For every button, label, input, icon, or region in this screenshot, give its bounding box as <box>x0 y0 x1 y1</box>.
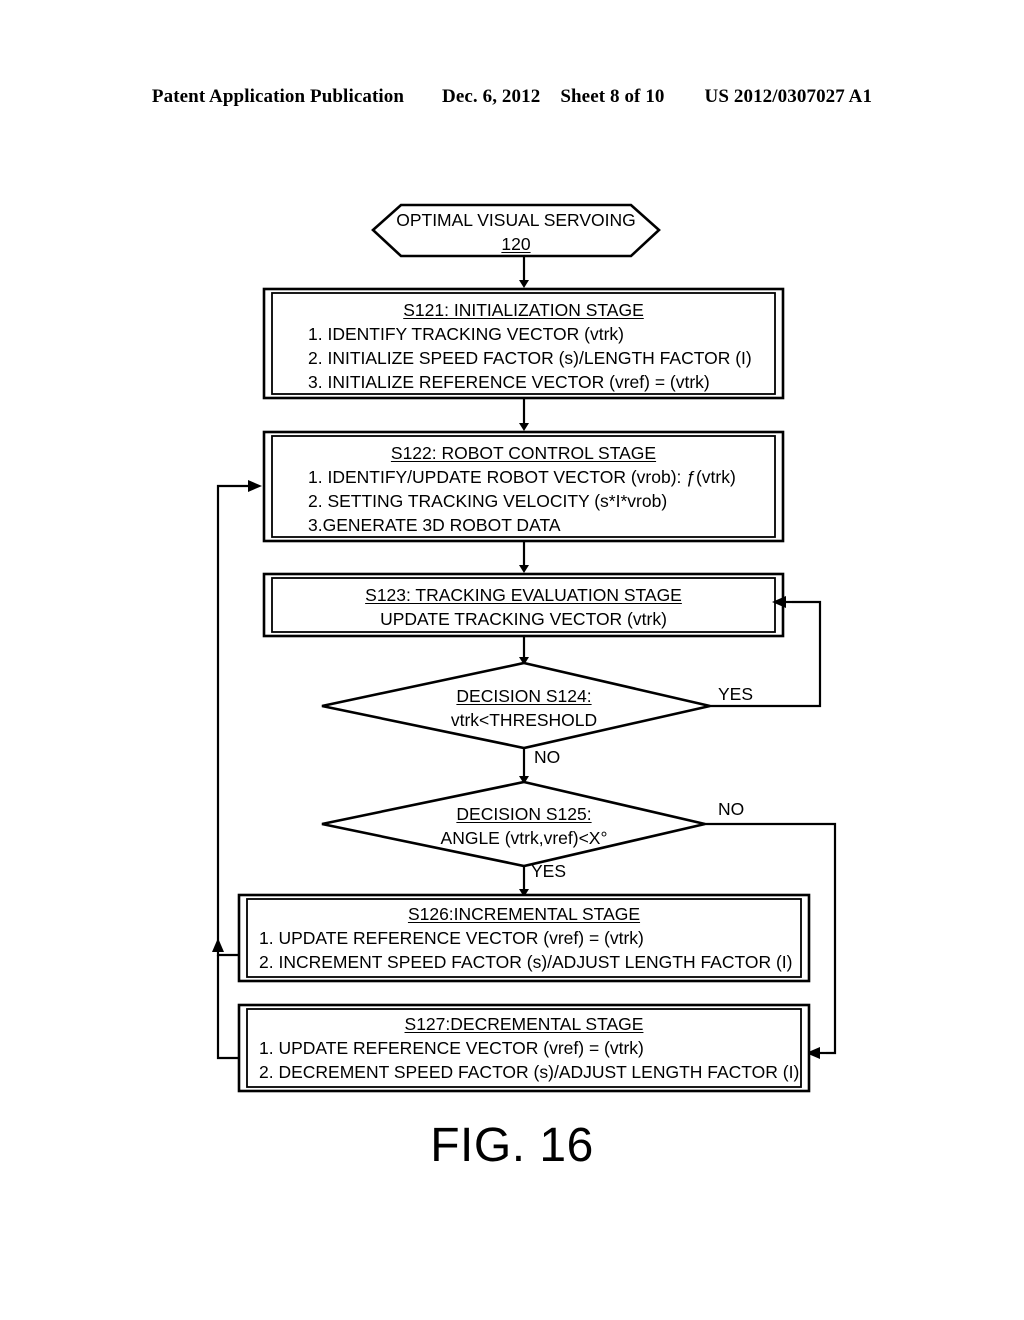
s127-title: S127:DECREMENTAL STAGE <box>404 1014 644 1034</box>
s121-title: S121: INITIALIZATION STAGE <box>403 300 644 320</box>
s126-line-2: 2. INCREMENT SPEED FACTOR (s)/ADJUST LEN… <box>259 952 793 972</box>
s124-condition: vtrk<THRESHOLD <box>450 710 598 730</box>
s122-line-3: 3.GENERATE 3D ROBOT DATA <box>308 515 561 535</box>
s125-title-wrap: DECISION S125: <box>372 802 676 826</box>
s126-feedback-path <box>216 484 249 957</box>
s127-title-wrap: S127:DECREMENTAL STAGE <box>247 1012 801 1036</box>
s121-line-3: 3. INITIALIZE REFERENCE VECTOR (vref) = … <box>308 372 710 392</box>
s125-no-label: NO <box>718 799 745 819</box>
s125-title: DECISION S125: <box>456 804 592 824</box>
start-hexagon-text: OPTIMAL VISUAL SERVOING 120 <box>373 208 659 256</box>
s122-title: S122: ROBOT CONTROL STAGE <box>390 443 657 463</box>
decision-s124-text: DECISION S124: vtrk<THRESHOLD <box>372 684 676 732</box>
s126-title: S126:INCREMENTAL STAGE <box>407 904 641 924</box>
s125-yes-label: YES <box>531 861 567 881</box>
s124-title: DECISION S124: <box>456 686 592 706</box>
s124-no-label: NO <box>534 747 561 767</box>
s121-text: S121: INITIALIZATION STAGE 1. IDENTIFY T… <box>272 298 775 394</box>
s126-feedback-arrowhead <box>212 938 224 952</box>
s123-text: S123: TRACKING EVALUATION STAGE UPDATE T… <box>272 583 775 631</box>
s122-text: S122: ROBOT CONTROL STAGE 1. IDENTIFY/UP… <box>272 441 775 537</box>
s126-text: S126:INCREMENTAL STAGE 1. UPDATE REFEREN… <box>247 902 801 974</box>
s121-title-wrap: S121: INITIALIZATION STAGE <box>272 298 775 322</box>
s122-line-1: 1. IDENTIFY/UPDATE ROBOT VECTOR (vrob): … <box>308 467 736 487</box>
s121-line-1: 1. IDENTIFY TRACKING VECTOR (vtrk) <box>308 324 625 344</box>
figure-caption: FIG. 16 <box>430 1119 594 1172</box>
s124-yes-label: YES <box>718 684 754 704</box>
s127-feedback-path <box>216 955 239 1060</box>
start-node-number: 120 <box>501 234 531 254</box>
s123-line-1: UPDATE TRACKING VECTOR (vtrk) <box>380 609 667 629</box>
decision-s125-text: DECISION S125: ANGLE (vtrk,vref)<X° <box>372 802 676 850</box>
s126-title-wrap: S126:INCREMENTAL STAGE <box>247 902 801 926</box>
s121-line-2: 2. INITIALIZE SPEED FACTOR (s)/LENGTH FA… <box>308 348 752 368</box>
s123-title-wrap: S123: TRACKING EVALUATION STAGE <box>272 583 775 607</box>
s125-condition: ANGLE (vtrk,vref)<X° <box>440 828 608 848</box>
start-node-number-wrap: 120 <box>373 232 659 256</box>
s122-feedback-arrowhead <box>248 480 262 492</box>
s122-line-2: 2. SETTING TRACKING VELOCITY (s*I*vrob) <box>308 491 668 511</box>
s127-line-2: 2. DECREMENT SPEED FACTOR (s)/ADJUST LEN… <box>259 1062 800 1082</box>
s123-title: S123: TRACKING EVALUATION STAGE <box>365 585 682 605</box>
s122-title-wrap: S122: ROBOT CONTROL STAGE <box>272 441 775 465</box>
s127-text: S127:DECREMENTAL STAGE 1. UPDATE REFEREN… <box>247 1012 801 1084</box>
s126-line-1: 1. UPDATE REFERENCE VECTOR (vref) = (vtr… <box>259 928 644 948</box>
s127-line-1: 1. UPDATE REFERENCE VECTOR (vref) = (vtr… <box>259 1038 644 1058</box>
start-node-label: OPTIMAL VISUAL SERVOING <box>396 210 636 230</box>
s124-title-wrap: DECISION S124: <box>372 684 676 708</box>
